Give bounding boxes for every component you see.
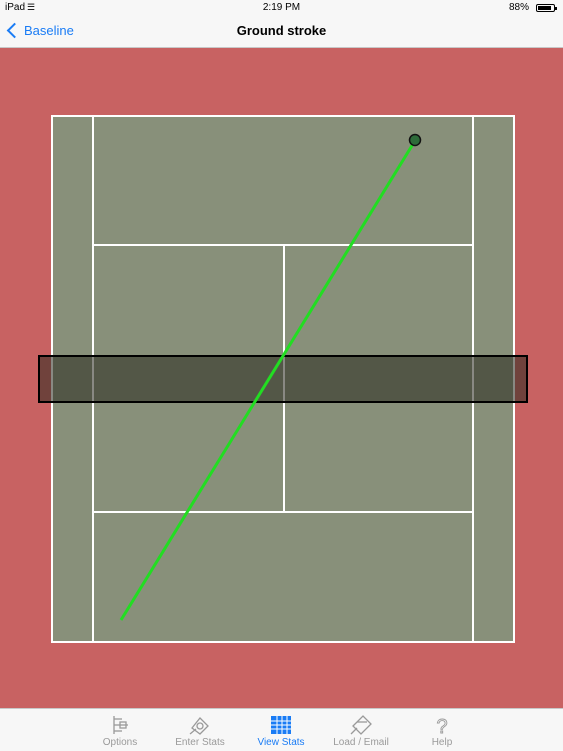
status-bar: iPad ☰ 2:19 PM 88%	[0, 0, 563, 16]
battery-icon	[536, 4, 557, 12]
tab-load-email[interactable]: Load / Email	[321, 709, 401, 751]
net	[38, 355, 528, 403]
tab-help[interactable]: ? Help	[402, 709, 482, 751]
help-icon: ?	[436, 716, 448, 736]
enter-stats-icon	[189, 717, 209, 735]
tab-view-stats[interactable]: View Stats	[241, 709, 321, 751]
clock: 2:19 PM	[262, 2, 301, 13]
tennis-court[interactable]	[0, 48, 563, 708]
options-icon	[113, 716, 128, 734]
load-email-icon	[350, 715, 372, 735]
tab-enter-stats[interactable]: Enter Stats	[160, 709, 240, 751]
court-area[interactable]	[0, 48, 563, 708]
tab-help-label: Help	[431, 737, 453, 748]
svg-text:?: ?	[436, 716, 447, 736]
tab-load-email-label: Load / Email	[333, 737, 389, 748]
tab-enter-stats-label: Enter Stats	[175, 737, 225, 748]
ball-landing-marker[interactable]	[408, 133, 422, 147]
navigation-bar: Baseline Ground stroke	[0, 16, 563, 48]
battery-percent: 88%	[508, 2, 529, 13]
page-title: Ground stroke	[236, 23, 327, 38]
view-stats-icon	[271, 716, 291, 734]
tab-options[interactable]: Options	[80, 709, 160, 751]
tab-view-stats-label: View Stats	[257, 737, 305, 748]
tab-bar: Options Enter Stats View Stats Load / Em…	[0, 708, 563, 751]
tab-options-label: Options	[102, 737, 138, 748]
